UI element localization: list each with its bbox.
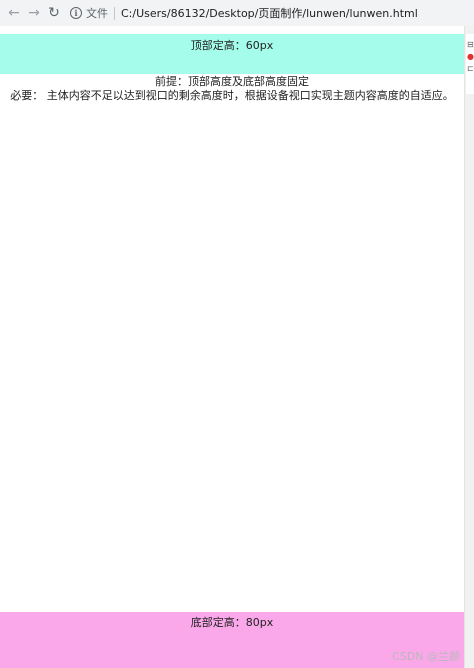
page-body: 顶部定高：60px 前提：顶部高度及底部高度固定 必要： 主体内容不足以达到视口…	[0, 34, 464, 668]
premise-text: 前提：顶部高度及底部高度固定	[155, 75, 309, 88]
side-panel-dot-icon: ●	[467, 52, 474, 61]
browser-toolbar: ← → ↻ i 文件 C:/Users/86132/Desktop/页面制作/l…	[0, 0, 474, 26]
address-separator	[114, 6, 115, 20]
address-bar[interactable]: i 文件 C:/Users/86132/Desktop/页面制作/lunwen/…	[70, 3, 474, 23]
fixed-header: 顶部定高：60px	[0, 34, 464, 74]
info-icon[interactable]: i	[70, 7, 82, 19]
scrollbar[interactable]	[464, 26, 474, 668]
requirement-text: 必要： 主体内容不足以达到视口的剩余高度时，根据设备视口实现主题内容高度的自适应…	[10, 89, 454, 102]
forward-arrow-icon[interactable]: →	[24, 3, 44, 23]
side-panel-glyph: ⊟	[467, 40, 474, 49]
header-text: 顶部定高：60px	[190, 39, 274, 52]
url-text[interactable]: C:/Users/86132/Desktop/页面制作/lunwen/lunwe…	[121, 5, 418, 21]
main-content: 前提：顶部高度及底部高度固定 必要： 主体内容不足以达到视口的剩余高度时，根据设…	[0, 75, 464, 103]
file-label: 文件	[86, 7, 108, 20]
watermark: CSDN @兰颜	[392, 650, 460, 663]
back-arrow-icon[interactable]: ←	[4, 3, 24, 23]
footer-text: 底部定高：80px	[190, 616, 274, 629]
reload-icon[interactable]: ↻	[44, 3, 64, 23]
side-panel-glyph-2: ⊏	[467, 64, 474, 73]
